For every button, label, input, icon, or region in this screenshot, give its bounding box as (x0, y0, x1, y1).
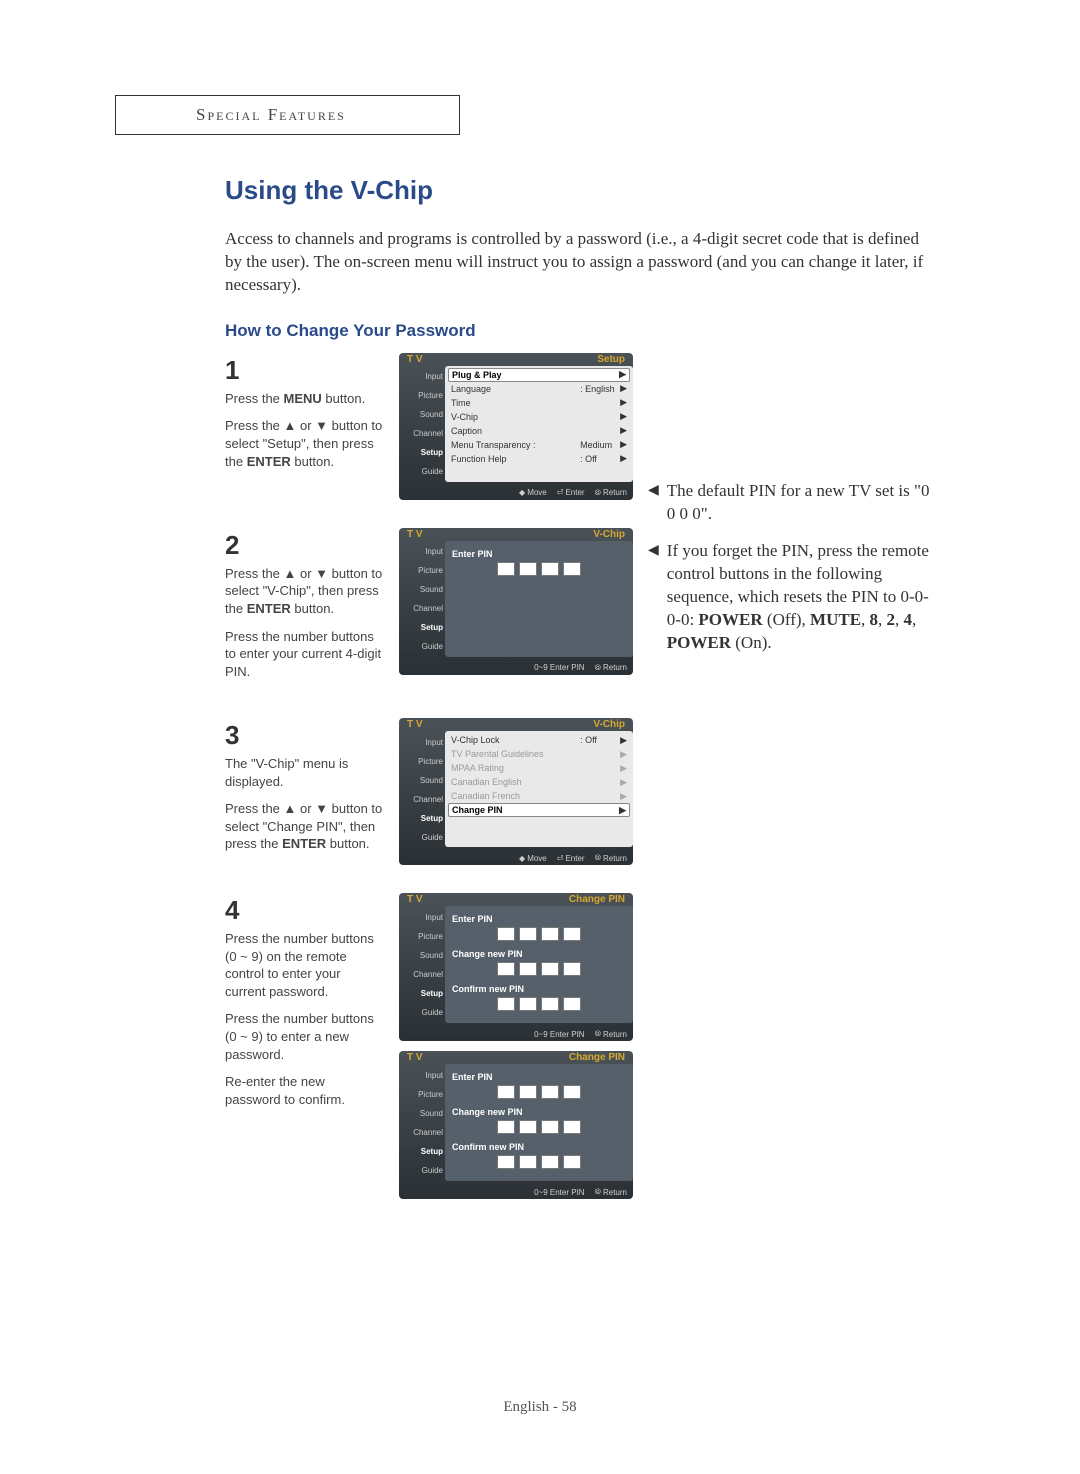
section-header-text: Special Features (196, 105, 346, 125)
note-bullet-icon: ◀ (648, 480, 659, 526)
section-header: Special Features (115, 95, 460, 135)
osd-change-pin-a: T VChange PIN Input Picture Sound Channe… (399, 893, 633, 1041)
intro-text: Access to channels and programs is contr… (225, 228, 935, 297)
step-1-text: 1 Press the MENU button. Press the ▲ or … (225, 353, 383, 480)
content-area: Using the V-Chip Access to channels and … (225, 175, 935, 1227)
step-number: 3 (225, 718, 383, 753)
osd-side-tabs: Input Picture Sound Channel Setup Guide (399, 366, 445, 482)
step-4: 4 Press the number buttons (0 ~ 9) on th… (225, 893, 935, 1199)
page-title: Using the V-Chip (225, 175, 935, 206)
note-bullet-icon: ◀ (648, 540, 659, 655)
subsection-title: How to Change Your Password (225, 321, 935, 341)
side-notes: ◀ The default PIN for a new TV set is "0… (648, 480, 938, 669)
osd-panel: Plug & Play▶ Language: English▶ Time▶ V-… (445, 366, 633, 482)
step-1: 1 Press the MENU button. Press the ▲ or … (225, 353, 935, 500)
step-number: 1 (225, 353, 383, 388)
step-number: 2 (225, 528, 383, 563)
osd-vchip-menu: T VV-Chip Input Picture Sound Channel Se… (399, 718, 633, 865)
osd-setup: T VSetup Input Picture Sound Channel Set… (399, 353, 633, 500)
step-number: 4 (225, 893, 383, 928)
step-2-text: 2 Press the ▲ or ▼ button to select "V-C… (225, 528, 383, 690)
page-footer: English - 58 (0, 1399, 1080, 1416)
osd-change-pin-b: T VChange PIN Input Picture Sound Channe… (399, 1051, 633, 1199)
step-3-text: 3 The "V-Chip" menu is displayed. Press … (225, 718, 383, 863)
note-1: The default PIN for a new TV set is "0 0… (667, 480, 938, 526)
step-3: 3 The "V-Chip" menu is displayed. Press … (225, 718, 935, 865)
osd-enter-pin: T VV-Chip Input Picture Sound Channel Se… (399, 528, 633, 675)
step-4-text: 4 Press the number buttons (0 ~ 9) on th… (225, 893, 383, 1118)
note-2: If you forget the PIN, press the remote … (667, 540, 938, 655)
